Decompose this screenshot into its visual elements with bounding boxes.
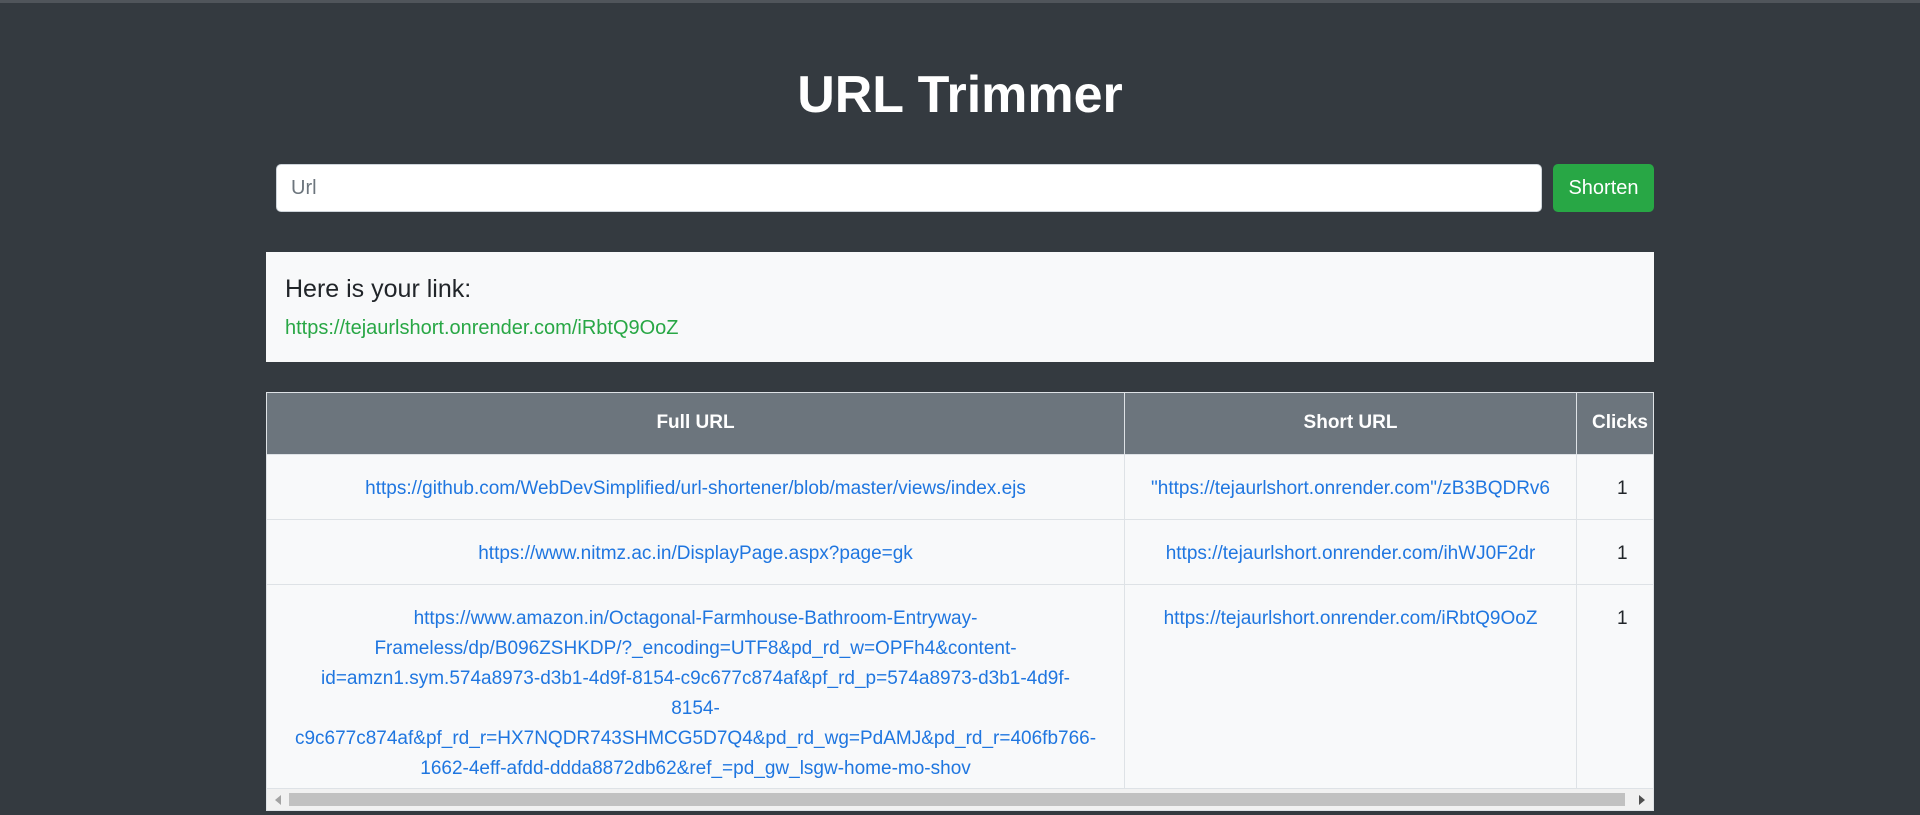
full-url-line: 8154- [671,697,720,719]
short-url-link[interactable]: https://tejaurlshort.onrender.com/ihWJ0F… [1166,543,1536,564]
result-heading: Here is your link: [285,275,472,303]
header-clicks: Clicks [1576,393,1653,455]
full-url-line: c9c677c874af&pf_rd_r=HX7NQDR743SHMCG5D7Q… [294,727,1097,749]
horizontal-scrollbar[interactable] [267,788,1653,810]
table-header-row: Full URL Short URL Clicks [267,393,1653,455]
scrollbar-thumb[interactable] [289,793,1625,806]
full-url-link[interactable]: https://www.amazon.in/Octagonal-Farmhous… [282,604,1109,784]
full-url-link[interactable]: https://www.nitmz.ac.in/DisplayPage.aspx… [478,543,913,564]
header-short-url: Short URL [1124,393,1577,455]
urls-table: Full URL Short URL Clicks https://github… [267,393,1653,799]
short-url-link[interactable]: "https://tejaurlshort.onrender.com"/zB3B… [1151,478,1550,499]
top-border [0,0,1920,3]
shorten-button[interactable]: Shorten [1553,164,1654,212]
table-row: https://www.amazon.in/Octagonal-Farmhous… [267,583,1653,799]
page-title: URL Trimmer [797,66,1123,124]
full-url-cell: https://www.nitmz.ac.in/DisplayPage.aspx… [267,518,1126,584]
short-url-cell: https://tejaurlshort.onrender.com/iRbtQ9… [1124,583,1577,799]
clicks-cell: 1 [1576,583,1653,799]
full-url-cell: https://github.com/WebDevSimplified/url-… [267,453,1126,519]
short-url-link[interactable]: https://tejaurlshort.onrender.com/iRbtQ9… [1164,608,1538,629]
table-row: https://www.nitmz.ac.in/DisplayPage.aspx… [267,518,1653,584]
header-full-url: Full URL [267,393,1126,455]
urls-table-container: Full URL Short URL Clicks https://github… [266,392,1654,811]
full-url-link[interactable]: https://github.com/WebDevSimplified/url-… [365,478,1026,499]
clicks-cell: 1 [1576,453,1653,519]
scroll-right-arrow-icon[interactable] [1639,795,1645,805]
short-url-cell: "https://tejaurlshort.onrender.com"/zB3B… [1124,453,1577,519]
table-row: https://github.com/WebDevSimplified/url-… [267,453,1653,519]
scroll-left-arrow-icon[interactable] [275,795,281,805]
full-url-cell: https://www.amazon.in/Octagonal-Farmhous… [267,583,1126,799]
short-url-cell: https://tejaurlshort.onrender.com/ihWJ0F… [1124,518,1577,584]
clicks-cell: 1 [1576,518,1653,584]
full-url-line: id=amzn1.sym.574a8973-d3b1-4d9f-8154-c9c… [321,667,1070,689]
result-panel: Here is your link: https://tejaurlshort.… [266,252,1654,362]
shorten-form: Shorten [276,164,1654,212]
full-url-line: 1662-4eff-afdd-ddda8872db62&ref_=pd_gw_l… [420,757,971,779]
url-input[interactable] [276,164,1542,212]
result-short-link[interactable]: https://tejaurlshort.onrender.com/iRbtQ9… [285,314,1635,342]
full-url-line: https://www.amazon.in/Octagonal-Farmhous… [413,607,978,629]
full-url-line: Frameless/dp/B096ZSHKDP/?_encoding=UTF8&… [374,637,1017,659]
